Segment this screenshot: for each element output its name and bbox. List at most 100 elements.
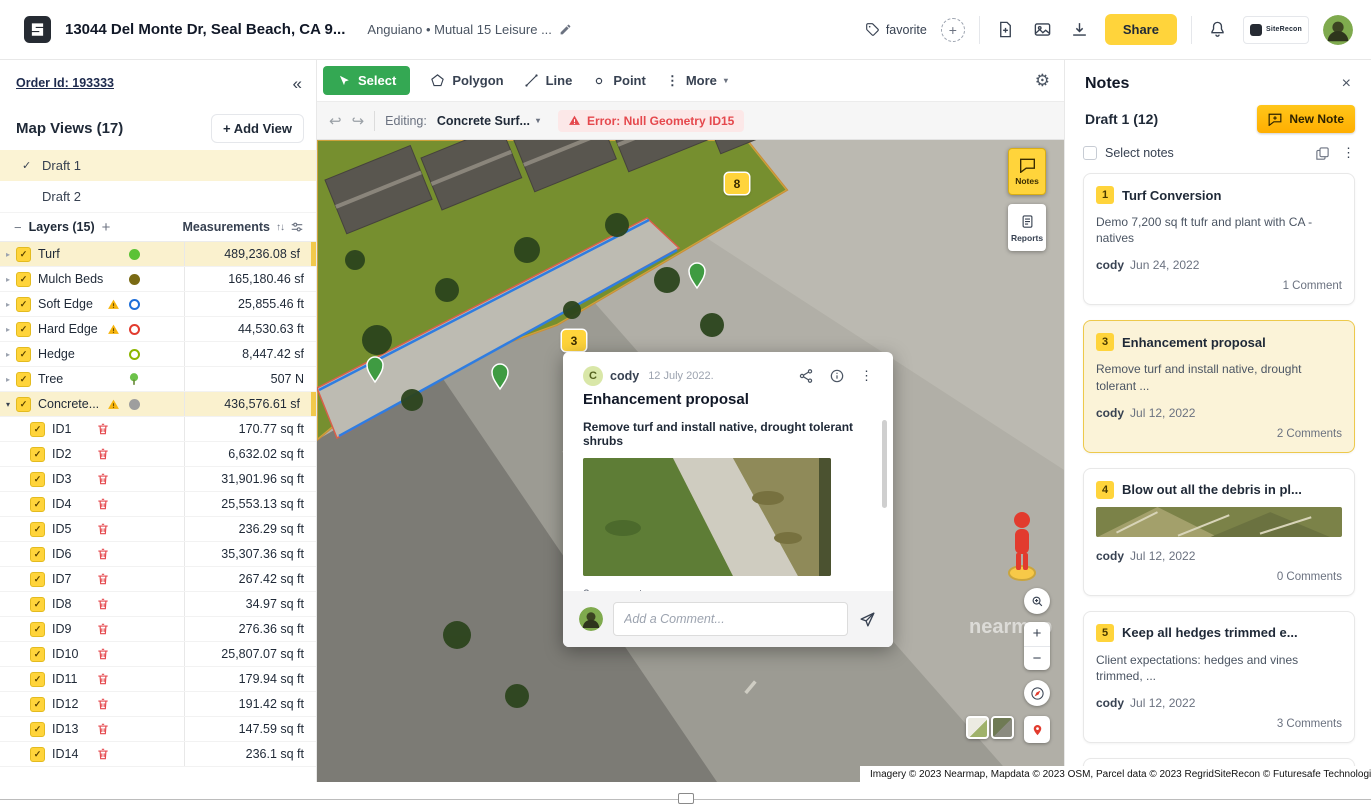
sublayer-row-id12[interactable]: ID12191.42 sq ft [0, 692, 316, 717]
add-tag-button[interactable]: + [941, 18, 965, 42]
sort-icon[interactable]: ↑↓ [276, 222, 284, 233]
delete-sublayer-icon[interactable] [96, 747, 110, 762]
editing-layer-dropdown[interactable]: Concrete Surf... ▾ [437, 114, 540, 128]
expand-caret-icon[interactable] [0, 300, 16, 309]
note-comments-count[interactable]: 0 Comments [1096, 571, 1342, 583]
workspace-badge[interactable]: SiteRecon [1243, 16, 1309, 44]
note-info-icon[interactable] [829, 368, 845, 384]
snapshot-button[interactable] [1031, 18, 1054, 41]
reports-panel-button[interactable]: Reports [1008, 204, 1046, 251]
polygon-tool-button[interactable]: Polygon [430, 73, 503, 88]
note-comments-count[interactable]: 3 Comments [1096, 718, 1342, 730]
sublayer-row-id2[interactable]: ID26,632.02 sq ft [0, 442, 316, 467]
user-avatar[interactable] [1323, 15, 1353, 45]
note-marker-8[interactable]: 8 [725, 173, 749, 194]
send-comment-button[interactable] [858, 610, 877, 629]
delete-sublayer-icon[interactable] [96, 472, 110, 487]
sublayer-checkbox[interactable] [30, 597, 45, 612]
sublayer-row-id9[interactable]: ID9276.36 sq ft [0, 617, 316, 642]
note-menu-icon[interactable]: ⋮ [860, 368, 873, 384]
sublayer-row-id1[interactable]: ID1170.77 sq ft [0, 417, 316, 442]
layer-checkbox[interactable] [16, 372, 31, 387]
sublayer-checkbox[interactable] [30, 572, 45, 587]
basemap-switcher[interactable] [966, 716, 1014, 739]
note-comments-count[interactable]: 2 Comments [1096, 428, 1342, 440]
zoom-in-button[interactable]: + [1024, 622, 1050, 647]
sublayer-checkbox[interactable] [30, 672, 45, 687]
share-button[interactable]: Share [1105, 14, 1177, 45]
sublayer-checkbox[interactable] [30, 422, 45, 437]
settings-gear-icon[interactable]: ⚙ [1035, 71, 1050, 91]
layer-row-turf[interactable]: Turf 489,236.08 sf [0, 242, 316, 267]
comment-input[interactable] [613, 602, 848, 636]
more-tools-button[interactable]: ⋮ More ▾ [666, 73, 728, 89]
siterecon-logo[interactable] [24, 16, 51, 43]
compass-button[interactable] [1024, 680, 1050, 706]
delete-sublayer-icon[interactable] [96, 497, 110, 512]
sublayer-row-id10[interactable]: ID1025,807.07 sq ft [0, 642, 316, 667]
sublayer-checkbox[interactable] [30, 747, 45, 762]
layer-row-hard-edge[interactable]: Hard Edge 44,530.63 ft [0, 317, 316, 342]
popup-scrollbar[interactable] [882, 420, 887, 508]
select-tool-button[interactable]: Select [323, 66, 410, 95]
share-note-icon[interactable] [798, 368, 814, 384]
measurement-settings-icon[interactable] [290, 220, 304, 234]
download-button[interactable] [1068, 18, 1091, 41]
basemap-map-thumb[interactable] [966, 716, 989, 739]
note-card-4[interactable]: 4 Blow out all the debris in pl... codyJ… [1083, 468, 1355, 596]
sublayer-row-id7[interactable]: ID7267.42 sq ft [0, 567, 316, 592]
sublayer-row-id14[interactable]: ID14236.1 sq ft [0, 742, 316, 767]
delete-sublayer-icon[interactable] [96, 547, 110, 562]
note-card-3[interactable]: 3 Enhancement proposal Remove turf and i… [1083, 320, 1355, 452]
collapse-layers-icon[interactable]: − [14, 220, 22, 235]
add-layer-button[interactable]: + [102, 219, 111, 236]
sublayer-row-id11[interactable]: ID11179.94 sq ft [0, 667, 316, 692]
map-canvas[interactable]: 8 3 nearmap Notes Reports [317, 140, 1064, 782]
person-marker[interactable] [1005, 508, 1039, 582]
layer-checkbox[interactable] [16, 397, 31, 412]
expand-caret-icon[interactable] [0, 375, 16, 384]
favorite-tag-button[interactable]: favorite [865, 22, 927, 37]
delete-sublayer-icon[interactable] [96, 597, 110, 612]
note-card-image[interactable] [1096, 507, 1342, 537]
delete-sublayer-icon[interactable] [96, 722, 110, 737]
close-panel-icon[interactable]: × [1342, 76, 1351, 92]
sublayer-row-id6[interactable]: ID635,307.36 sq ft [0, 542, 316, 567]
sublayer-checkbox[interactable] [30, 647, 45, 662]
add-view-button[interactable]: + Add View [211, 114, 304, 143]
drop-pin-button[interactable] [1024, 716, 1050, 743]
delete-sublayer-icon[interactable] [96, 697, 110, 712]
sublayer-checkbox[interactable] [30, 522, 45, 537]
layer-row-tree[interactable]: Tree 507 N [0, 367, 316, 392]
layer-checkbox[interactable] [16, 347, 31, 362]
basemap-satellite-thumb[interactable] [991, 716, 1014, 739]
sublayer-checkbox[interactable] [30, 697, 45, 712]
expand-caret-icon[interactable] [0, 350, 16, 359]
delete-sublayer-icon[interactable] [96, 447, 110, 462]
view-item-draft-1[interactable]: Draft 1 [0, 150, 316, 181]
layer-checkbox[interactable] [16, 272, 31, 287]
window-resize-handle[interactable] [678, 793, 694, 804]
layer-row-concrete[interactable]: Concrete... 436,576.61 sf [0, 392, 316, 417]
delete-sublayer-icon[interactable] [96, 572, 110, 587]
note-comments-count[interactable]: 1 Comment [1096, 280, 1342, 292]
note-card-5[interactable]: 5 Keep all hedges trimmed e... Client ex… [1083, 611, 1355, 743]
geometry-error-badge[interactable]: Error: Null Geometry ID15 [558, 110, 744, 132]
point-tool-button[interactable]: Point [592, 73, 646, 88]
sublayer-checkbox[interactable] [30, 497, 45, 512]
sublayer-row-id3[interactable]: ID331,901.96 sq ft [0, 467, 316, 492]
copy-map-view-button[interactable] [994, 18, 1017, 41]
delete-sublayer-icon[interactable] [96, 522, 110, 537]
note-photo[interactable] [583, 458, 831, 576]
view-item-draft-2[interactable]: Draft 2 [0, 181, 316, 212]
note-card-1[interactable]: 1 Turf Conversion Demo 7,200 sq ft tufr … [1083, 173, 1355, 305]
map-search-button[interactable] [1024, 588, 1050, 614]
layer-row-hedge[interactable]: Hedge 8,447.42 sf [0, 342, 316, 367]
collapse-sidebar-icon[interactable]: « [293, 75, 302, 92]
sublayer-row-id8[interactable]: ID834.97 sq ft [0, 592, 316, 617]
sublayer-checkbox[interactable] [30, 472, 45, 487]
layer-row-mulch-beds[interactable]: Mulch Beds 165,180.46 sf [0, 267, 316, 292]
edit-view-name-icon[interactable] [559, 23, 572, 36]
expand-caret-icon[interactable] [0, 325, 16, 334]
undo-icon[interactable]: ↩ [329, 112, 342, 130]
